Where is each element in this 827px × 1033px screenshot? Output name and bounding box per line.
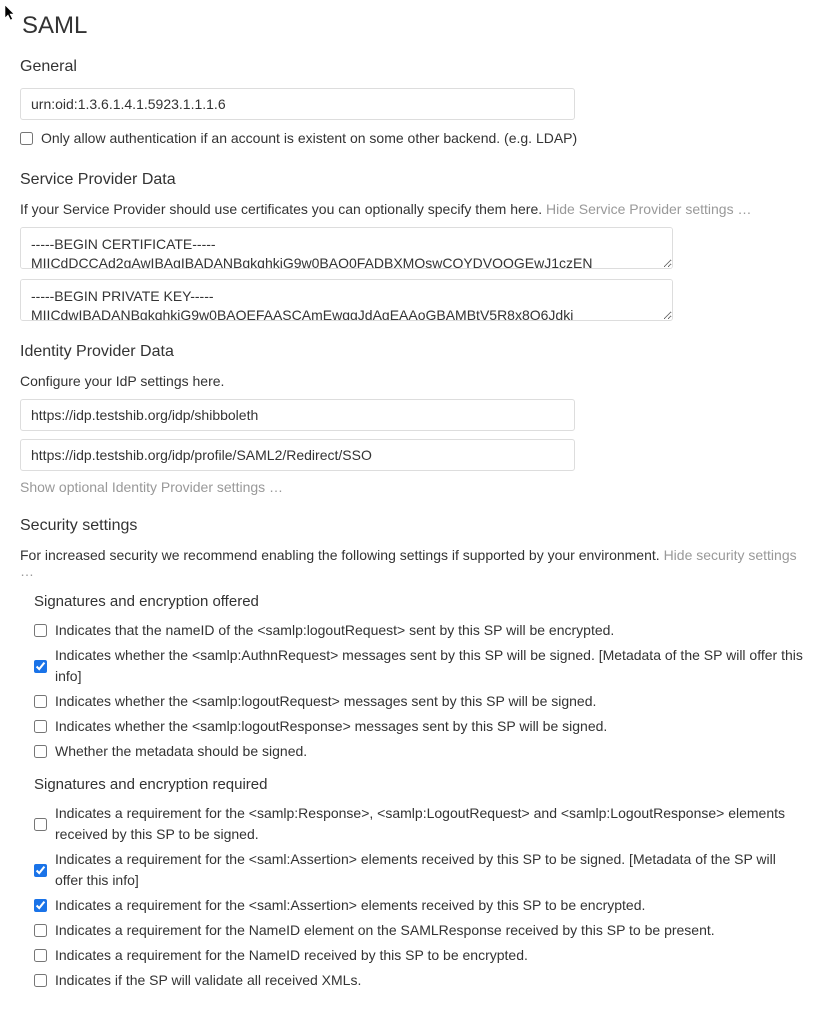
only-allow-label: Only allow authentication if an account … [41,128,577,149]
security-checkbox[interactable] [34,695,47,708]
security-checkbox[interactable] [34,924,47,937]
security-checkbox[interactable] [34,745,47,758]
security-checkbox[interactable] [34,720,47,733]
security-checkbox[interactable] [34,660,47,673]
security-checkbox[interactable] [34,624,47,637]
security-checkbox-label: Whether the metadata should be signed. [55,741,307,762]
security-checkbox-label: Indicates a requirement for the <samlp:R… [55,803,807,845]
security-checkbox-row: Indicates a requirement for the NameID r… [34,945,807,966]
sp-title: Service Provider Data [20,171,807,189]
security-checkbox-row: Whether the metadata should be signed. [34,741,807,762]
security-checkbox-row: Indicates if the SP will validate all re… [34,970,807,991]
security-offered-title: Signatures and encryption offered [34,593,807,610]
security-checkbox-label: Indicates whether the <samlp:AuthnReques… [55,645,807,687]
security-checkbox-row: Indicates a requirement for the <saml:As… [34,895,807,916]
security-checkbox[interactable] [34,949,47,962]
security-checkbox-label: Indicates whether the <samlp:logoutReque… [55,691,596,712]
security-checkbox-row: Indicates whether the <samlp:logoutReque… [34,691,807,712]
security-checkbox[interactable] [34,899,47,912]
security-checkbox-row: Indicates a requirement for the <samlp:R… [34,803,807,845]
idp-sso-url-input[interactable] [20,439,575,471]
idp-entity-id-input[interactable] [20,399,575,431]
only-allow-checkbox[interactable] [20,132,33,145]
section-security: Security settings For increased security… [20,517,807,991]
page-title: SAML [22,12,807,40]
security-checkbox-row: Indicates a requirement for the NameID e… [34,920,807,941]
security-required-block: Signatures and encryption required Indic… [34,776,807,991]
security-title: Security settings [20,517,807,535]
security-checkbox-label: Indicates a requirement for the NameID r… [55,945,528,966]
idp-helper: Configure your IdP settings here. [20,373,807,389]
section-general: General Only allow authentication if an … [20,58,807,149]
hide-sp-settings-link[interactable]: Hide Service Provider settings … [546,201,751,217]
security-checkbox-row: Indicates whether the <samlp:AuthnReques… [34,645,807,687]
security-checkbox-label: Indicates a requirement for the <saml:As… [55,849,807,891]
security-checkbox-label: Indicates if the SP will validate all re… [55,970,361,991]
security-checkbox-row: Indicates that the nameID of the <samlp:… [34,620,807,641]
security-checkbox[interactable] [34,864,47,877]
security-required-list: Indicates a requirement for the <samlp:R… [34,803,807,991]
cursor-icon [4,4,18,22]
sp-helper: If your Service Provider should use cert… [20,201,807,217]
security-checkbox-label: Indicates that the nameID of the <samlp:… [55,620,614,641]
idp-title: Identity Provider Data [20,343,807,361]
security-checkbox[interactable] [34,818,47,831]
sp-cert-textarea[interactable] [20,227,673,269]
section-sp: Service Provider Data If your Service Pr… [20,171,807,321]
security-offered-block: Signatures and encryption offered Indica… [34,593,807,762]
security-required-title: Signatures and encryption required [34,776,807,793]
show-idp-settings-link[interactable]: Show optional Identity Provider settings… [20,479,283,495]
security-checkbox-label: Indicates a requirement for the NameID e… [55,920,715,941]
security-checkbox-label: Indicates whether the <samlp:logoutRespo… [55,716,607,737]
sp-key-textarea[interactable] [20,279,673,321]
general-title: General [20,58,807,76]
uid-mapping-input[interactable] [20,88,575,120]
security-checkbox-row: Indicates whether the <samlp:logoutRespo… [34,716,807,737]
security-checkbox[interactable] [34,974,47,987]
security-helper: For increased security we recommend enab… [20,547,807,579]
security-offered-list: Indicates that the nameID of the <samlp:… [34,620,807,762]
security-checkbox-label: Indicates a requirement for the <saml:As… [55,895,645,916]
section-idp: Identity Provider Data Configure your Id… [20,343,807,495]
security-checkbox-row: Indicates a requirement for the <saml:As… [34,849,807,891]
